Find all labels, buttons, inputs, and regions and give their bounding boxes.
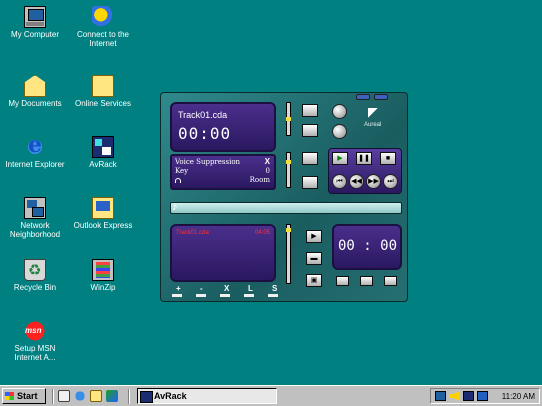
minimize-button[interactable]: [356, 94, 370, 100]
playlist-track: Track01.cda: [176, 230, 209, 236]
eq-l-label[interactable]: L: [248, 284, 253, 293]
show-desktop-icon[interactable]: [58, 390, 70, 402]
internet-explorer-icon: [24, 132, 46, 158]
desktop-icon-label: Outlook Express: [73, 221, 133, 230]
desktop-icon-label: My Computer: [10, 30, 59, 39]
recycle-bin-icon: [24, 259, 46, 281]
desktop-icon-label: Network Neighborhood: [9, 221, 61, 239]
voice-close-button[interactable]: X: [265, 157, 270, 166]
playlist-button-3[interactable]: ▣: [306, 274, 322, 287]
stop-button[interactable]: ■: [380, 152, 396, 165]
avrack-icon: [92, 136, 114, 158]
previous-track-button[interactable]: ⏮: [332, 174, 347, 189]
time-display: 00:00: [178, 124, 232, 143]
outlook-express-icon: [92, 197, 114, 219]
display-button-2[interactable]: [360, 276, 373, 286]
avrack-tray-icon[interactable]: [463, 391, 474, 401]
network-tray-icon[interactable]: [435, 391, 446, 401]
main-display: Track01.cda 00:00: [170, 102, 276, 152]
mode-button-2[interactable]: [302, 124, 318, 137]
desktop-icon-network[interactable]: Network Neighborhood: [4, 197, 66, 239]
desktop-icon-outlook[interactable]: Outlook Express: [72, 197, 134, 230]
playlist-slider[interactable]: [286, 224, 291, 284]
voice-slider[interactable]: [286, 152, 291, 188]
rewind-button[interactable]: ◀◀: [349, 174, 364, 189]
desktop-icon-my-documents[interactable]: My Documents: [4, 75, 66, 108]
pause-button[interactable]: ❚❚: [356, 152, 372, 165]
taskbar-divider: [52, 389, 54, 404]
playlist-button-2[interactable]: ▬: [306, 252, 322, 265]
desktop-icon-internet-explorer[interactable]: Internet Explorer: [4, 132, 66, 169]
avrack-player[interactable]: Track01.cda 00:00 Voice Suppression X Ke…: [160, 92, 408, 302]
desktop-icon-label: WinZip: [90, 283, 116, 292]
desktop-icon-label: Online Services: [74, 99, 132, 108]
voice-panel: Voice Suppression X Key 0 Room: [170, 154, 276, 190]
desktop-icon-msn[interactable]: Setup MSN Internet A...: [4, 320, 66, 362]
clock: 11:20 AM: [501, 392, 535, 401]
brand-label: Aureal: [364, 122, 382, 128]
desktop-icon-connect[interactable]: Connect to the Internet: [72, 6, 134, 48]
connect-internet-icon: [92, 6, 114, 28]
desktop-icon-label: Internet Explorer: [5, 160, 65, 169]
track-name: Track01.cda: [178, 110, 228, 120]
power-button[interactable]: [332, 104, 347, 119]
room-label: Room: [249, 176, 270, 184]
volume-tray-icon[interactable]: [449, 391, 460, 401]
close-button[interactable]: [374, 94, 388, 100]
desktop-icon-winzip[interactable]: WinZip: [72, 259, 134, 292]
playlist-display: Track01.cda 04:05: [170, 224, 276, 282]
winzip-icon: [92, 259, 114, 281]
music-note-icon: ♪: [172, 201, 178, 213]
taskbar: Start AvRack 11:20 AM: [0, 385, 542, 406]
eq-x-label[interactable]: X: [224, 284, 229, 293]
display-tray-icon[interactable]: [477, 391, 488, 401]
playlist-time: 04:05: [254, 230, 270, 236]
desktop-icon-label: My Documents: [8, 99, 62, 108]
key-value: 0: [265, 167, 270, 175]
brand-logo-icon: [368, 108, 380, 120]
forward-button[interactable]: ▶▶: [366, 174, 381, 189]
folder-icon: [92, 75, 114, 97]
display-button-3[interactable]: [384, 276, 397, 286]
small-time-display: 00 : 00: [332, 224, 402, 270]
display-button-1[interactable]: [336, 276, 349, 286]
play-button[interactable]: ▶: [332, 152, 348, 165]
desktop-icon-label: Setup MSN Internet A...: [14, 344, 56, 362]
system-tray: 11:20 AM: [430, 388, 540, 404]
mode-button-1[interactable]: [302, 104, 318, 117]
taskbar-button-avrack[interactable]: AvRack: [137, 388, 277, 404]
desktop-icon-my-computer[interactable]: My Computer: [4, 6, 66, 39]
internet-explorer-quick-icon[interactable]: [74, 390, 86, 402]
computer-icon: [24, 6, 46, 28]
small-time-value: 00 : 00: [338, 238, 398, 254]
voice-suppression-label: Voice Suppression: [175, 158, 241, 166]
eq-s-label[interactable]: S: [272, 284, 277, 293]
msn-icon: [24, 320, 46, 342]
desktop-icon-recycle-bin[interactable]: Recycle Bin: [4, 259, 66, 292]
eq-minus-label[interactable]: -: [200, 284, 203, 293]
eq-plus-label[interactable]: +: [176, 284, 181, 293]
desktop-icon-label: Connect to the Internet: [76, 30, 130, 48]
channels-quick-icon[interactable]: [106, 390, 118, 402]
mode-button-4[interactable]: [302, 176, 318, 189]
taskbar-divider: [128, 389, 130, 404]
seek-bar[interactable]: [170, 202, 402, 214]
network-icon: [24, 197, 46, 219]
outlook-quick-icon[interactable]: [90, 390, 102, 402]
playlist-button-1[interactable]: ▶: [306, 230, 322, 243]
mode-button-3[interactable]: [302, 152, 318, 165]
volume-slider[interactable]: [286, 102, 291, 136]
desktop-icon-label: AvRack: [89, 160, 117, 169]
eq-bar: [172, 294, 282, 297]
key-label: Key: [175, 167, 189, 175]
desktop-icon-label: Recycle Bin: [13, 283, 57, 292]
desktop-icon-avrack[interactable]: AvRack: [72, 136, 134, 169]
desktop-icon-online-services[interactable]: Online Services: [72, 75, 134, 108]
settings-button[interactable]: [332, 124, 347, 139]
my-documents-icon: [24, 75, 46, 97]
headphone-icon: [175, 178, 181, 183]
next-track-button[interactable]: ⏭: [383, 174, 398, 189]
start-button[interactable]: Start: [2, 388, 46, 404]
